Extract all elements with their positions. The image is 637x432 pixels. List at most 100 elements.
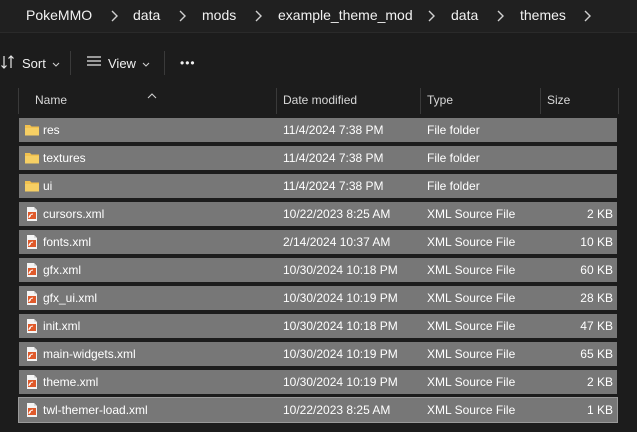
breadcrumb-item-mods[interactable]: mods xyxy=(202,7,236,23)
sort-icon xyxy=(0,54,16,73)
column-divider xyxy=(618,88,619,114)
file-name: theme.xml xyxy=(43,375,99,389)
toolbar-divider xyxy=(164,51,165,75)
file-type: XML Source File xyxy=(427,291,516,305)
file-row[interactable]: main-widgets.xml 10/30/2024 10:19 PM XML… xyxy=(19,342,617,366)
file-row[interactable]: ui 11/4/2024 7:38 PM File folder xyxy=(19,174,617,198)
file-size: 10 KB xyxy=(580,235,613,249)
view-label: View xyxy=(108,55,136,71)
file-name: twl-themer-load.xml xyxy=(43,403,148,417)
file-name: cursors.xml xyxy=(43,207,105,221)
file-name: init.xml xyxy=(43,319,81,333)
file-size: 60 KB xyxy=(580,263,613,277)
file-date: 10/22/2023 8:25 AM xyxy=(283,207,391,221)
file-date: 11/4/2024 7:38 PM xyxy=(283,151,384,165)
file-type: XML Source File xyxy=(427,403,516,417)
breadcrumb-item-data[interactable]: data xyxy=(133,7,160,23)
breadcrumb: PokeMMO data mods example_theme_mod data… xyxy=(0,0,637,33)
file-row[interactable]: gfx.xml 10/30/2024 10:18 PM XML Source F… xyxy=(19,258,617,282)
file-type: File folder xyxy=(427,123,480,137)
file-type: XML Source File xyxy=(427,235,516,249)
file-type: XML Source File xyxy=(427,375,516,389)
file-type: XML Source File xyxy=(427,319,516,333)
breadcrumb-item-example-theme-mod[interactable]: example_theme_mod xyxy=(278,7,413,23)
file-size: 65 KB xyxy=(580,347,613,361)
more-options-icon: ••• xyxy=(180,56,196,70)
file-type: XML Source File xyxy=(427,347,516,361)
column-divider[interactable] xyxy=(420,88,421,114)
file-date: 10/30/2024 10:19 PM xyxy=(283,375,398,389)
view-list-icon xyxy=(86,55,102,72)
file-date: 10/30/2024 10:18 PM xyxy=(283,319,398,333)
file-row[interactable]: gfx_ui.xml 10/30/2024 10:19 PM XML Sourc… xyxy=(19,286,617,310)
file-name: main-widgets.xml xyxy=(43,347,136,361)
file-name: ui xyxy=(43,179,53,193)
xml-file-icon xyxy=(24,318,40,334)
chevron-right-icon[interactable] xyxy=(580,9,594,23)
file-size: 47 KB xyxy=(580,319,613,333)
file-name: gfx.xml xyxy=(43,263,82,277)
chevron-right-icon[interactable] xyxy=(424,9,438,23)
xml-file-icon xyxy=(24,402,40,418)
file-date: 10/30/2024 10:19 PM xyxy=(283,347,398,361)
folder-icon xyxy=(24,150,40,166)
folder-icon xyxy=(24,122,40,138)
sort-label: Sort xyxy=(22,55,46,71)
file-name: textures xyxy=(43,151,86,165)
file-row[interactable]: init.xml 10/30/2024 10:18 PM XML Source … xyxy=(19,314,617,338)
chevron-right-icon[interactable] xyxy=(251,9,265,23)
chevron-right-icon[interactable] xyxy=(175,9,189,23)
xml-file-icon xyxy=(24,290,40,306)
xml-file-icon xyxy=(24,262,40,278)
file-date: 10/22/2023 8:25 AM xyxy=(283,403,391,417)
column-divider xyxy=(18,88,19,114)
breadcrumb-item-themes[interactable]: themes xyxy=(520,7,566,23)
file-date: 10/30/2024 10:18 PM xyxy=(283,263,398,277)
file-row[interactable]: textures 11/4/2024 7:38 PM File folder xyxy=(19,146,617,170)
file-name: res xyxy=(43,123,60,137)
file-name: gfx_ui.xml xyxy=(43,291,98,305)
sort-button[interactable]: Sort xyxy=(0,52,60,74)
file-type: File folder xyxy=(427,179,480,193)
column-header-name[interactable]: Name xyxy=(35,86,67,114)
file-date: 2/14/2024 10:37 AM xyxy=(283,235,391,249)
column-divider[interactable] xyxy=(276,88,277,114)
sort-ascending-icon xyxy=(147,86,157,104)
file-date: 11/4/2024 7:38 PM xyxy=(283,123,384,137)
left-edge xyxy=(0,118,4,432)
breadcrumb-item-data-2[interactable]: data xyxy=(451,7,478,23)
chevron-down-icon xyxy=(52,56,60,71)
column-header-date-modified[interactable]: Date modified xyxy=(283,86,357,114)
file-size: 28 KB xyxy=(580,291,613,305)
xml-file-icon xyxy=(24,346,40,362)
column-divider[interactable] xyxy=(540,88,541,114)
view-button[interactable]: View xyxy=(86,52,150,74)
column-header-type[interactable]: Type xyxy=(427,86,453,114)
chevron-right-icon[interactable] xyxy=(107,9,121,23)
file-type: XML Source File xyxy=(427,207,516,221)
file-date: 11/4/2024 7:38 PM xyxy=(283,179,384,193)
file-date: 10/30/2024 10:19 PM xyxy=(283,291,398,305)
column-header: Name Date modified Type Size xyxy=(0,86,637,114)
xml-file-icon xyxy=(24,374,40,390)
folder-icon xyxy=(24,178,40,194)
column-header-size[interactable]: Size xyxy=(547,86,570,114)
breadcrumb-item-pokemmo[interactable]: PokeMMO xyxy=(26,7,92,23)
file-size: 2 KB xyxy=(586,375,613,389)
file-row[interactable]: twl-themer-load.xml 10/22/2023 8:25 AM X… xyxy=(18,397,618,423)
file-size: 1 KB xyxy=(586,403,613,417)
more-options-button[interactable]: ••• xyxy=(180,52,196,74)
toolbar-divider xyxy=(70,51,71,75)
chevron-down-icon xyxy=(142,56,150,71)
command-bar: Sort View ••• xyxy=(0,38,637,88)
file-type: XML Source File xyxy=(427,263,516,277)
file-row[interactable]: theme.xml 10/30/2024 10:19 PM XML Source… xyxy=(19,370,617,394)
file-type: File folder xyxy=(427,151,480,165)
file-row[interactable]: cursors.xml 10/22/2023 8:25 AM XML Sourc… xyxy=(19,202,617,226)
file-row[interactable]: fonts.xml 2/14/2024 10:37 AM XML Source … xyxy=(19,230,617,254)
xml-file-icon xyxy=(24,234,40,250)
file-row[interactable]: res 11/4/2024 7:38 PM File folder xyxy=(19,118,617,142)
xml-file-icon xyxy=(24,206,40,222)
file-name: fonts.xml xyxy=(43,235,92,249)
chevron-right-icon[interactable] xyxy=(493,9,507,23)
